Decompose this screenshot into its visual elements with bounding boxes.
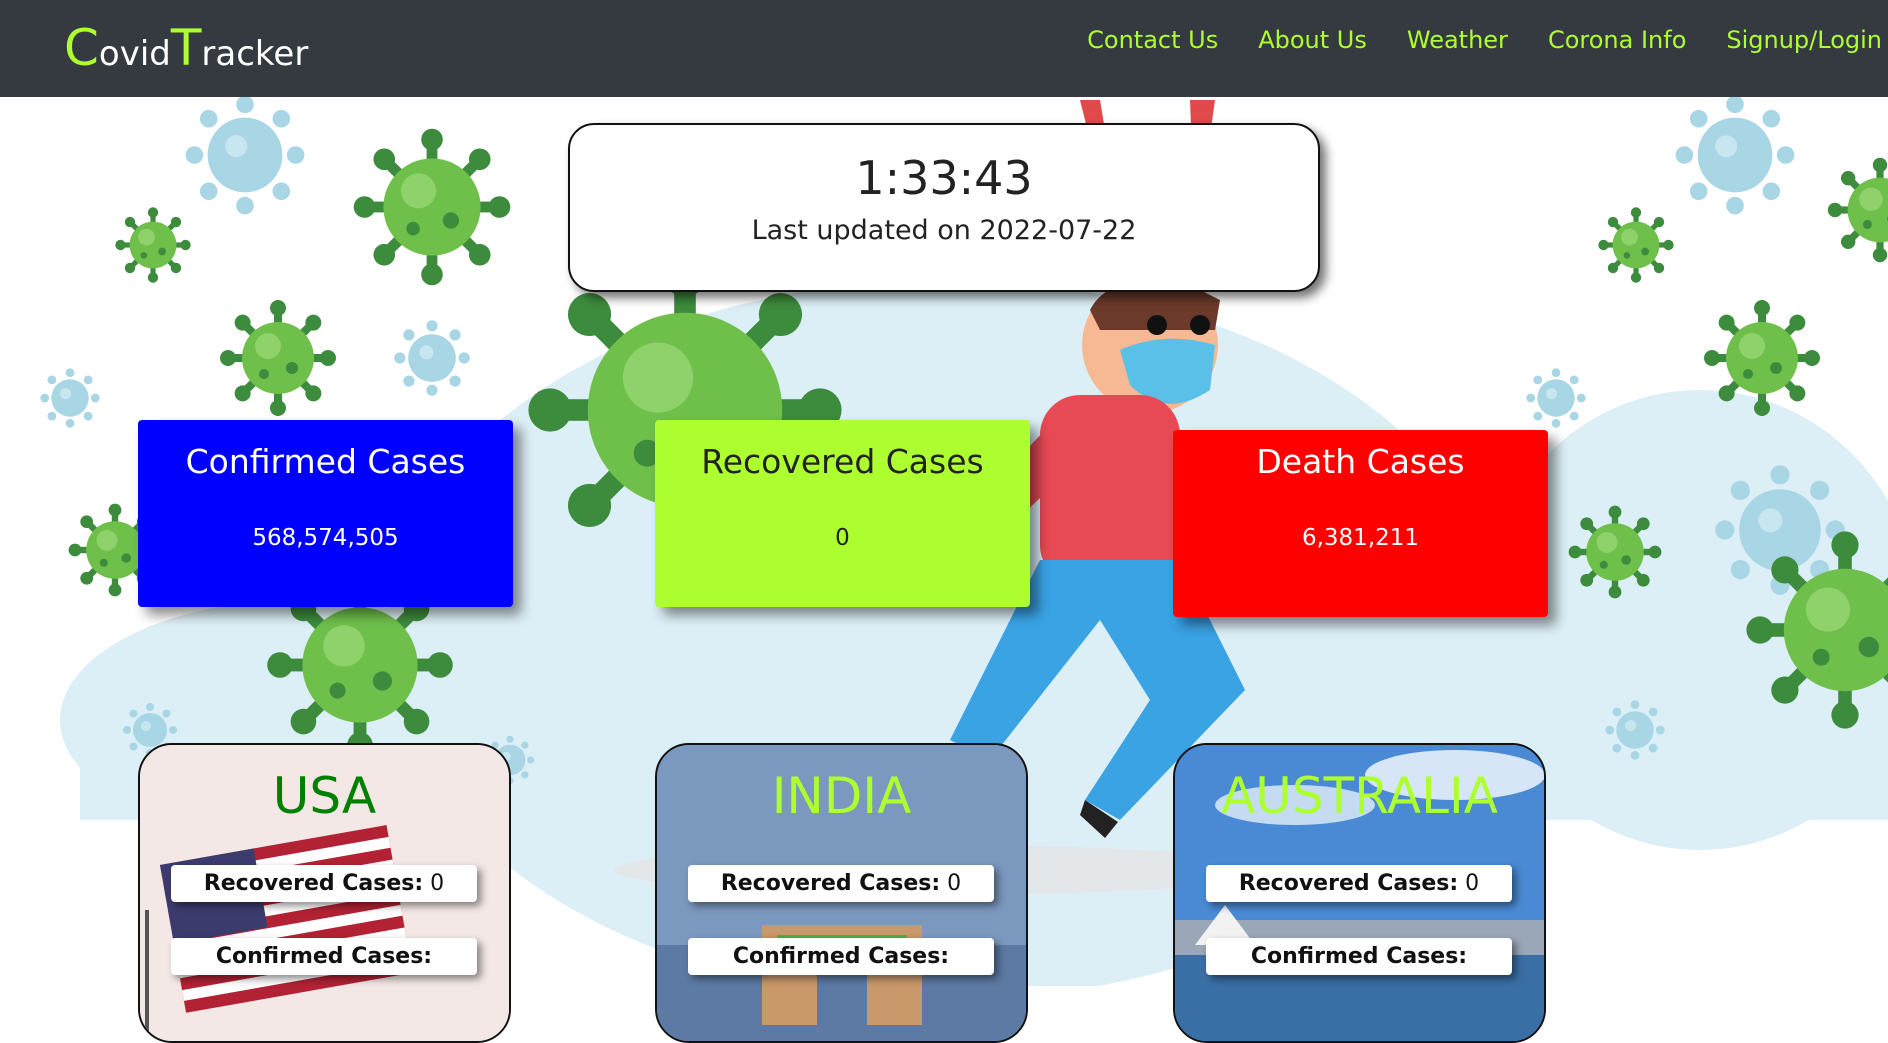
nav-link-about-us[interactable]: About Us (1258, 26, 1367, 54)
death-cases-value: 6,381,211 (1301, 525, 1420, 551)
usa-confirmed-pill: Confirmed Cases: (171, 938, 477, 975)
brand-word-ovid: ovid (98, 34, 171, 74)
australia-confirmed-label: Confirmed Cases: (1250, 944, 1468, 969)
usa-recovered-pill: Recovered Cases: 0 (171, 865, 477, 902)
india-recovered-value: 0 (947, 871, 962, 896)
usa-confirmed-label: Confirmed Cases: (215, 944, 433, 969)
usa-recovered-label: Recovered Cases: (203, 871, 424, 896)
clock-panel: 1:33:43 Last updated on 2022-07-22 (568, 123, 1320, 292)
usa-recovered-value: 0 (430, 871, 445, 896)
brand-letter-c: C (64, 19, 99, 77)
last-updated-text: Last updated on 2022-07-22 (751, 215, 1137, 246)
australia-recovered-label: Recovered Cases: (1238, 871, 1459, 896)
nav-link-contact-us[interactable]: Contact Us (1087, 26, 1218, 54)
india-confirmed-pill: Confirmed Cases: (688, 938, 994, 975)
death-cases-title: Death Cases (1256, 442, 1465, 481)
australia-confirmed-pill: Confirmed Cases: (1206, 938, 1512, 975)
brand-logo[interactable]: CovidTracker (64, 12, 308, 90)
nav-link-weather[interactable]: Weather (1407, 26, 1508, 54)
nav-link-signup-login[interactable]: Signup/Login (1726, 26, 1882, 54)
australia-recovered-value: 0 (1465, 871, 1480, 896)
australia-recovered-pill: Recovered Cases: 0 (1206, 865, 1512, 902)
india-recovered-label: Recovered Cases: (720, 871, 941, 896)
country-card-australia[interactable]: AUSTRALIA Recovered Cases: 0 Confirmed C… (1173, 743, 1546, 1043)
nav-link-corona-info[interactable]: Corona Info (1548, 26, 1686, 54)
navbar: CovidTracker Contact Us About Us Weather… (0, 0, 1888, 97)
recovered-cases-title: Recovered Cases (701, 442, 984, 481)
confirmed-cases-card: Confirmed Cases 568,574,505 (138, 420, 513, 607)
country-card-india[interactable]: INDIA Recovered Cases: 0 Confirmed Cases… (655, 743, 1028, 1043)
country-card-usa[interactable]: USA Recovered Cases: 0 Confirmed Cases: (138, 743, 511, 1043)
confirmed-cases-value: 568,574,505 (252, 525, 399, 551)
india-recovered-pill: Recovered Cases: 0 (688, 865, 994, 902)
india-confirmed-label: Confirmed Cases: (732, 944, 950, 969)
confirmed-cases-title: Confirmed Cases (185, 442, 466, 481)
brand-word-racker: racker (201, 34, 309, 74)
brand-letter-t: T (170, 19, 202, 77)
death-cases-card: Death Cases 6,381,211 (1173, 430, 1548, 617)
recovered-cases-card: Recovered Cases 0 (655, 420, 1030, 607)
country-name-usa: USA (272, 767, 377, 825)
country-name-australia: AUSTRALIA (1221, 767, 1498, 825)
recovered-cases-value: 0 (835, 525, 850, 551)
clock-time: 1:33:43 (855, 151, 1033, 205)
nav-links: Contact Us About Us Weather Corona Info … (1087, 26, 1882, 54)
country-name-india: INDIA (771, 767, 912, 825)
